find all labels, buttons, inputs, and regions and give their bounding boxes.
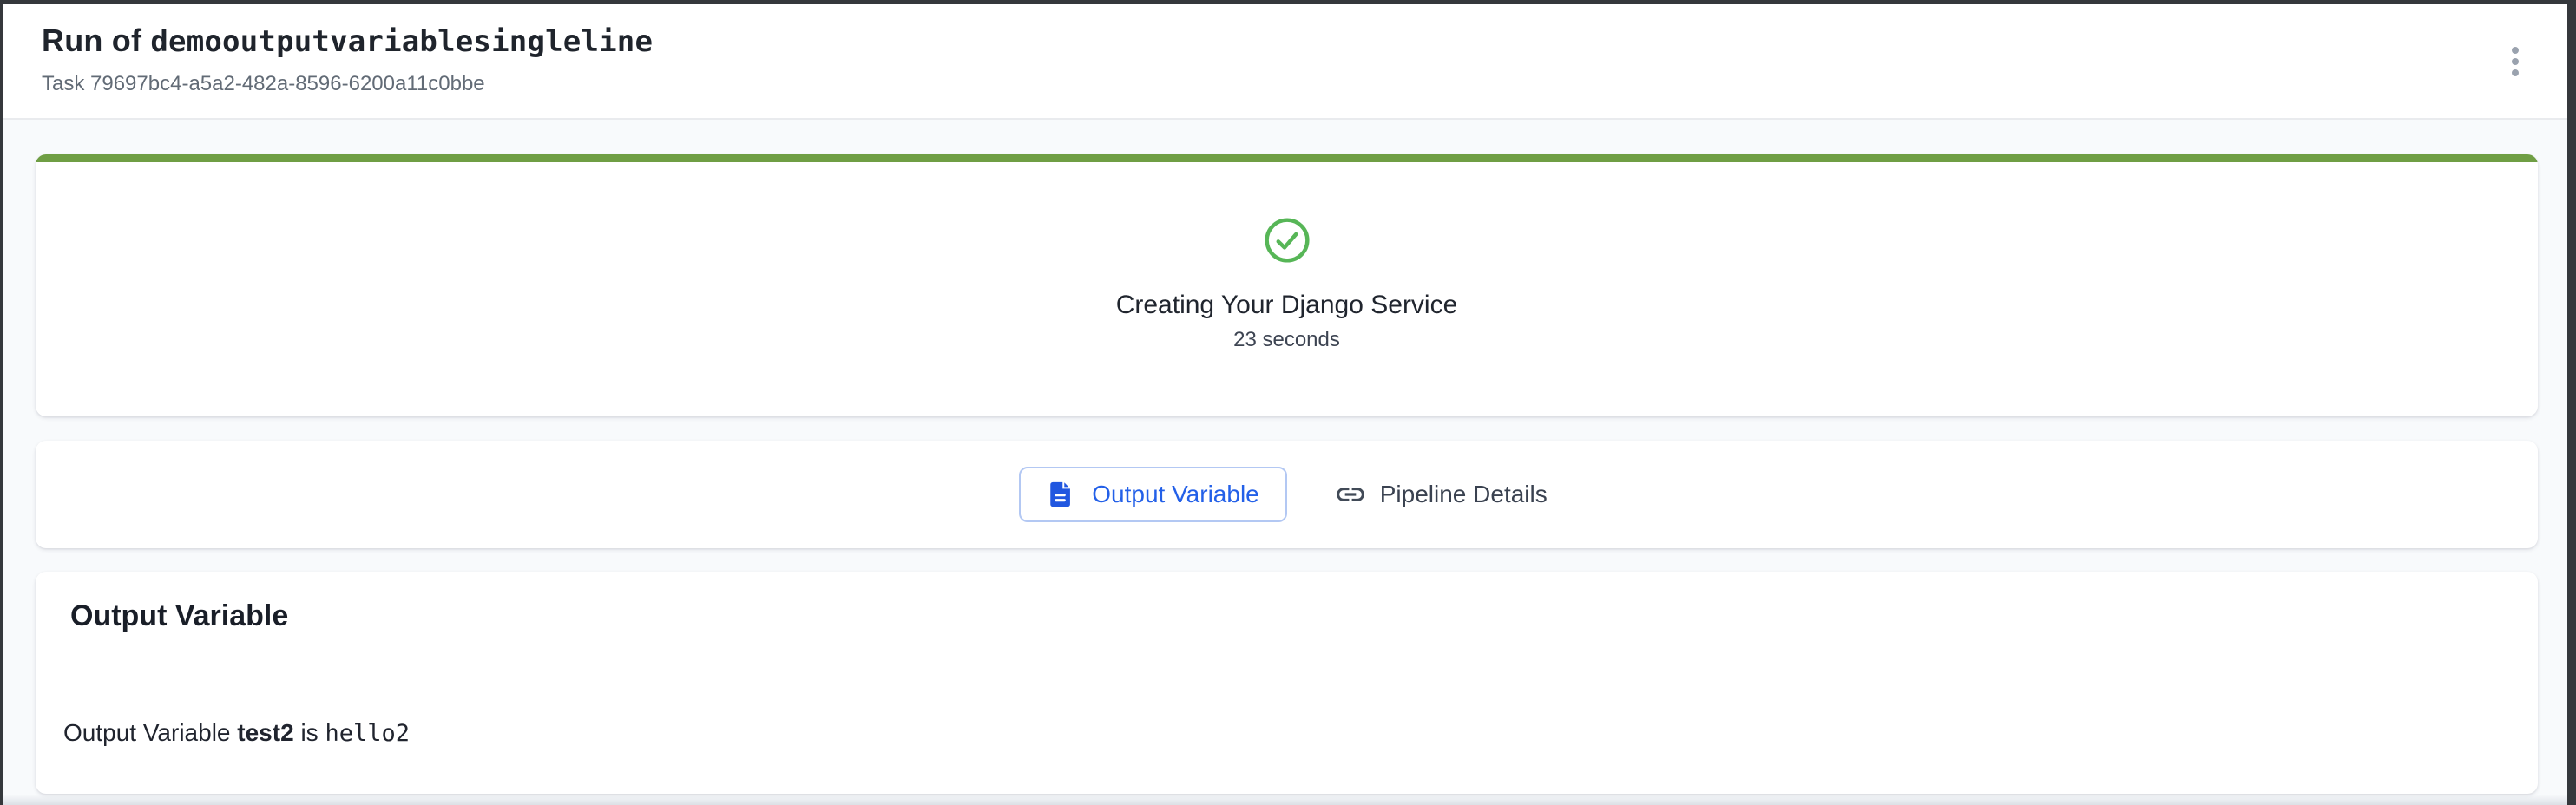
link-icon <box>1334 478 1367 511</box>
tab-pipeline-details-label: Pipeline Details <box>1380 482 1548 507</box>
status-body: Creating Your Django Service 23 seconds <box>36 162 2538 416</box>
output-variable-line: Output Variable test2 is hello2 <box>63 716 2538 751</box>
output-line-prefix: Output Variable <box>63 719 231 746</box>
output-variable-card: Output Variable Output Variable test2 is… <box>36 572 2538 794</box>
output-line-connector: is <box>300 719 318 746</box>
page-title-prefix: Run of <box>42 23 141 58</box>
kebab-dot <box>2512 47 2519 54</box>
tabs-bar: Output Variable Pipeline Details <box>36 441 2538 548</box>
status-title: Creating Your Django Service <box>1116 287 1458 324</box>
status-progress-bar <box>36 154 2538 162</box>
check-circle-icon <box>1263 216 1311 265</box>
kebab-menu-icon[interactable] <box>2500 43 2531 81</box>
output-variable-value: hello2 <box>325 720 410 747</box>
status-card: Creating Your Django Service 23 seconds <box>36 154 2538 416</box>
kebab-dot <box>2512 58 2519 65</box>
document-icon <box>1047 480 1076 509</box>
main-content: Creating Your Django Service 23 seconds … <box>3 120 2567 794</box>
kebab-dot <box>2512 69 2519 76</box>
task-id-label: Task 79697bc4-a5a2-482a-8596-6200a11c0bb… <box>42 71 2567 97</box>
tab-pipeline-details[interactable]: Pipeline Details <box>1327 478 1554 511</box>
page-title: Run of demooutputvariablesingleline <box>42 23 2567 60</box>
tab-output-variable-label: Output Variable <box>1092 482 1259 507</box>
status-duration: 23 seconds <box>1233 325 1340 355</box>
run-detail-page: Run of demooutputvariablesingleline Task… <box>3 4 2567 805</box>
tab-output-variable[interactable]: Output Variable <box>1019 467 1287 522</box>
page-title-run-name: demooutputvariablesingleline <box>150 24 653 59</box>
page-header: Run of demooutputvariablesingleline Task… <box>3 4 2567 120</box>
output-variable-name: test2 <box>237 719 293 746</box>
output-section-heading: Output Variable <box>36 572 2538 636</box>
